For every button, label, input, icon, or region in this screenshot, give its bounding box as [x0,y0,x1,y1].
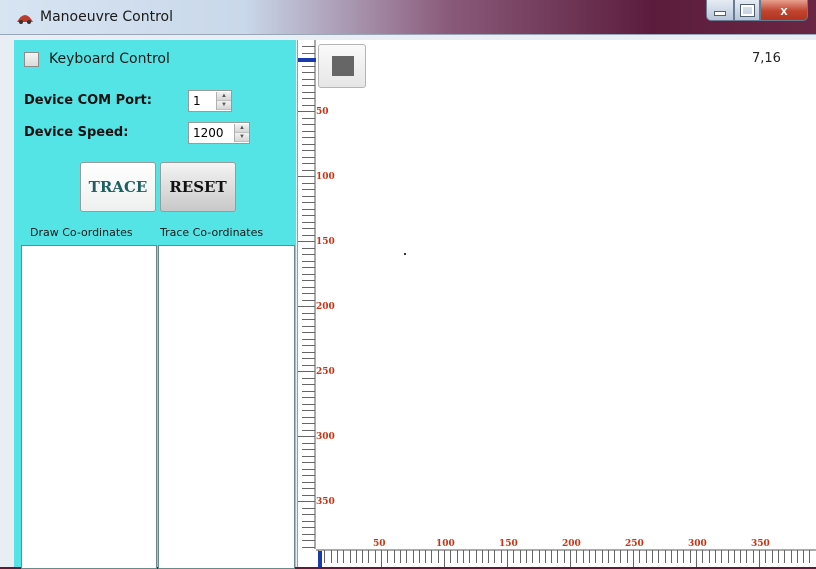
draw-coordinates-list[interactable] [21,245,157,569]
control-panel: Keyboard Control Device COM Port: 1 ▲ ▼ … [14,40,296,569]
coordinate-readout: 7,16 [752,51,781,66]
device-speed-stepper[interactable]: ▲ ▼ [234,124,249,142]
stop-icon [332,56,354,76]
horizontal-ruler [316,549,816,567]
horizontal-ruler-label: 300 [688,539,707,549]
stop-button[interactable] [318,44,366,88]
app-logo-icon [17,15,33,24]
horizontal-ruler-label: 350 [751,539,770,549]
vertical-ruler-label: 350 [316,497,335,507]
trace-coordinates-list[interactable] [158,245,295,569]
maximize-icon [739,3,755,17]
device-speed-label: Device Speed: [24,125,129,140]
spin-up-icon[interactable]: ▲ [235,124,249,133]
app-window: Manoeuvre Control x Keyboard Control Dev… [0,0,816,569]
vertical-ruler-label: 150 [316,237,335,247]
com-port-spinner[interactable]: 1 ▲ ▼ [188,90,232,112]
drawing-canvas[interactable] [297,40,816,567]
vertical-ruler-label: 200 [316,302,335,312]
vertical-ruler-label: 50 [316,107,329,117]
minimize-button[interactable] [706,0,734,21]
trace-button[interactable]: TRACE [80,162,156,212]
spin-up-icon[interactable]: ▲ [217,92,231,101]
window-controls: x [706,0,808,22]
keyboard-control-row[interactable]: Keyboard Control [24,51,170,67]
horizontal-ruler-label: 50 [373,539,386,549]
maximize-button[interactable] [734,0,760,21]
close-button[interactable]: x [760,0,808,21]
vertical-ruler-label: 250 [316,367,335,377]
horizontal-ruler-label: 100 [436,539,455,549]
horizontal-ruler-label: 250 [625,539,644,549]
keyboard-control-label[interactable]: Keyboard Control [49,51,170,67]
close-icon: x [780,2,788,18]
com-port-value[interactable]: 1 [189,94,216,108]
ruler-background [298,40,316,549]
vertical-ruler [298,40,316,549]
reset-button[interactable]: RESET [160,162,236,212]
minimize-icon [714,10,726,16]
cursor-point [404,253,406,255]
horizontal-ruler-label: 150 [499,539,518,549]
ruler-position-marker [318,551,322,567]
window-title: Manoeuvre Control [40,9,173,25]
keyboard-control-checkbox[interactable] [24,51,39,67]
vertical-ruler-label: 100 [316,172,335,182]
device-speed-spinner[interactable]: 1200 ▲ ▼ [188,122,250,144]
com-port-stepper[interactable]: ▲ ▼ [216,92,231,110]
spin-down-icon[interactable]: ▼ [217,101,231,110]
device-speed-value[interactable]: 1200 [189,126,234,140]
trace-coordinates-header: Trace Co-ordinates [160,226,264,239]
ruler-position-marker [298,58,316,62]
horizontal-ruler-label: 200 [562,539,581,549]
draw-coordinates-header: Draw Co-ordinates [30,226,133,239]
com-port-label: Device COM Port: [24,93,152,108]
vertical-ruler-label: 300 [316,432,335,442]
spin-down-icon[interactable]: ▼ [235,133,249,142]
title-bar[interactable]: Manoeuvre Control x [0,0,816,35]
